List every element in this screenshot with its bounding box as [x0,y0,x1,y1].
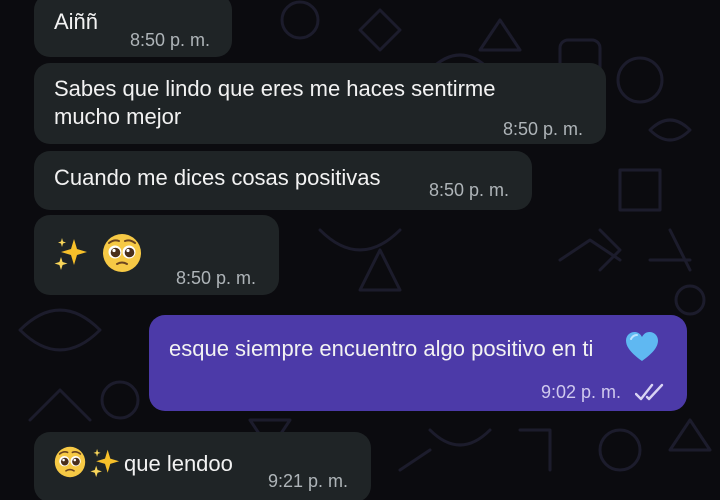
incoming-message[interactable]: que lendoo 9:21 p. m. [34,432,371,500]
message-text-line-1: Sabes que lindo que eres me haces sentir… [54,76,496,101]
blue-heart-emoji-icon [626,332,658,361]
message-timestamp: 8:50 p. m. [429,180,510,200]
sparkles-emoji-icon [90,448,120,478]
message-text-line-2: mucho mejor [54,104,182,129]
pleading-face-emoji-icon [103,234,141,272]
double-check-read-icon [635,383,664,401]
message-timestamp: 8:50 p. m. [130,30,211,50]
message-timestamp: 8:50 p. m. [503,119,584,139]
incoming-message[interactable]: Sabes que lindo que eres me haces sentir… [34,63,606,144]
message-text: esque siempre encuentro algo positivo en… [169,336,594,361]
pleading-face-emoji-icon [54,446,86,478]
message-text: que lendoo [124,451,233,476]
incoming-message[interactable]: Cuando me dices cosas positivas 8:50 p. … [34,151,532,210]
message-timestamp: 9:02 p. m. [541,382,622,402]
outgoing-message[interactable]: esque siempre encuentro algo positivo en… [149,315,687,411]
chat-view[interactable]: Aiññ 8:50 p. m. Sabes que lindo que eres… [0,0,720,500]
incoming-message[interactable]: 8:50 p. m. [34,215,279,295]
message-timestamp: 8:50 p. m. [176,268,257,288]
message-text: Aiññ [54,9,99,34]
sparkles-emoji-icon [54,238,87,270]
message-timestamp: 9:21 p. m. [268,471,349,491]
message-text: Cuando me dices cosas positivas [54,165,381,190]
incoming-message[interactable]: Aiññ 8:50 p. m. [34,0,232,57]
